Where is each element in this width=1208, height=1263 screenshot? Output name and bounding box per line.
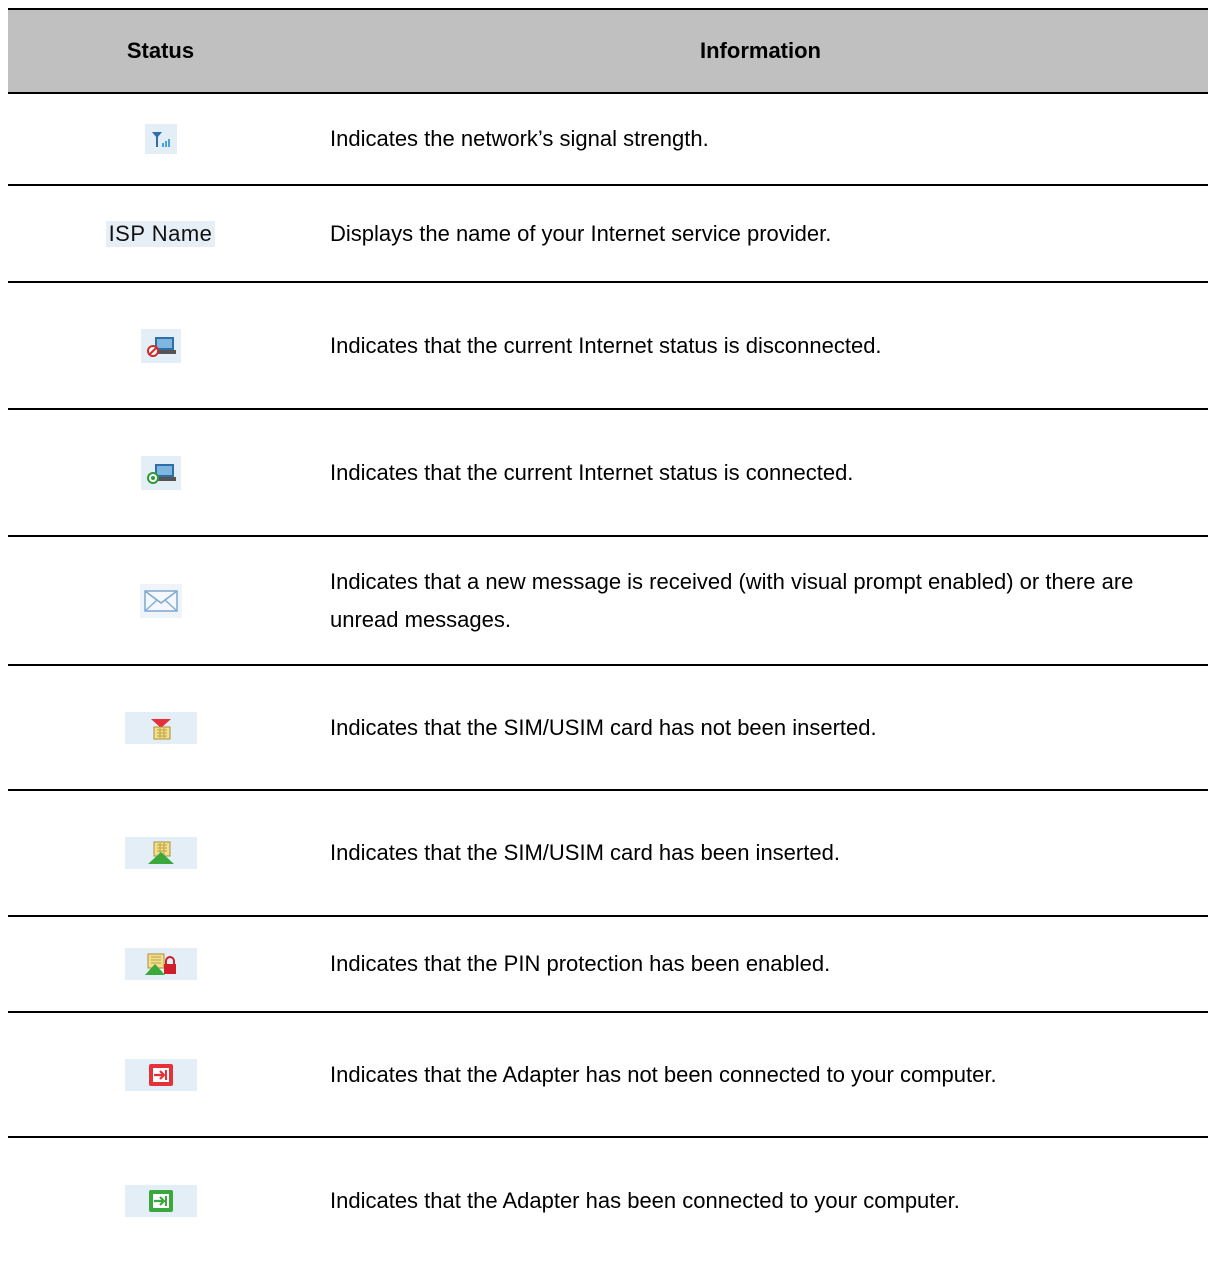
row-info: Indicates that a new message is received…: [330, 568, 1134, 632]
row-info: Indicates that the SIM/USIM card has not…: [330, 714, 877, 740]
isp-name-label: ISP Name: [105, 220, 216, 247]
row-info: Indicates that the current Internet stat…: [330, 332, 882, 358]
row-info: Indicates that the Adapter has not been …: [330, 1061, 997, 1087]
sim-not-inserted-icon: [124, 711, 197, 744]
status-cell: ISP Name: [8, 220, 313, 247]
table-row: Indicates the network’s signal strength.: [8, 94, 1208, 186]
status-cell: [8, 948, 313, 980]
table-row: Indicates that the SIM/USIM card has bee…: [8, 791, 1208, 917]
row-info: Indicates that the Adapter has been conn…: [330, 1187, 960, 1213]
status-cell: [8, 711, 313, 744]
row-info: Indicates that the PIN protection has be…: [330, 951, 831, 976]
status-cell: [8, 328, 313, 363]
status-cell: [8, 455, 313, 490]
table-row: Indicates that the SIM/USIM card has not…: [8, 666, 1208, 791]
status-table: Status Information Indicates the network…: [8, 8, 1208, 1263]
status-cell: [8, 124, 313, 154]
table-row: Indicates that the PIN protection has be…: [8, 917, 1208, 1013]
status-cell: [8, 837, 313, 869]
signal-strength-icon: [144, 124, 177, 154]
table-row: Indicates that the Adapter has been conn…: [8, 1138, 1208, 1263]
status-cell: [8, 1184, 313, 1217]
table-row: Indicates that the current Internet stat…: [8, 410, 1208, 537]
pin-protection-icon: [124, 948, 197, 980]
row-info: Indicates that the SIM/USIM card has bee…: [330, 840, 840, 865]
table-row: Indicates that a new message is received…: [8, 537, 1208, 666]
row-info: Indicates that the current Internet stat…: [330, 459, 854, 485]
adapter-disconnected-icon: [124, 1058, 197, 1091]
table-row: Indicates that the Adapter has not been …: [8, 1013, 1208, 1138]
adapter-connected-icon: [124, 1184, 197, 1217]
internet-disconnected-icon: [140, 328, 181, 363]
internet-connected-icon: [140, 455, 181, 490]
row-info: Displays the name of your Internet servi…: [330, 220, 832, 246]
sim-inserted-icon: [124, 837, 197, 869]
header-information: Information: [700, 38, 821, 63]
table-row: Indicates that the current Internet stat…: [8, 283, 1208, 410]
status-cell: [8, 1058, 313, 1091]
envelope-icon: [139, 583, 182, 618]
table-row: ISP Name Displays the name of your Inter…: [8, 186, 1208, 283]
row-info: Indicates the network’s signal strength.: [330, 126, 709, 151]
header-status: Status: [126, 38, 195, 63]
table-header: Status Information: [8, 8, 1208, 94]
status-cell: [8, 583, 313, 618]
